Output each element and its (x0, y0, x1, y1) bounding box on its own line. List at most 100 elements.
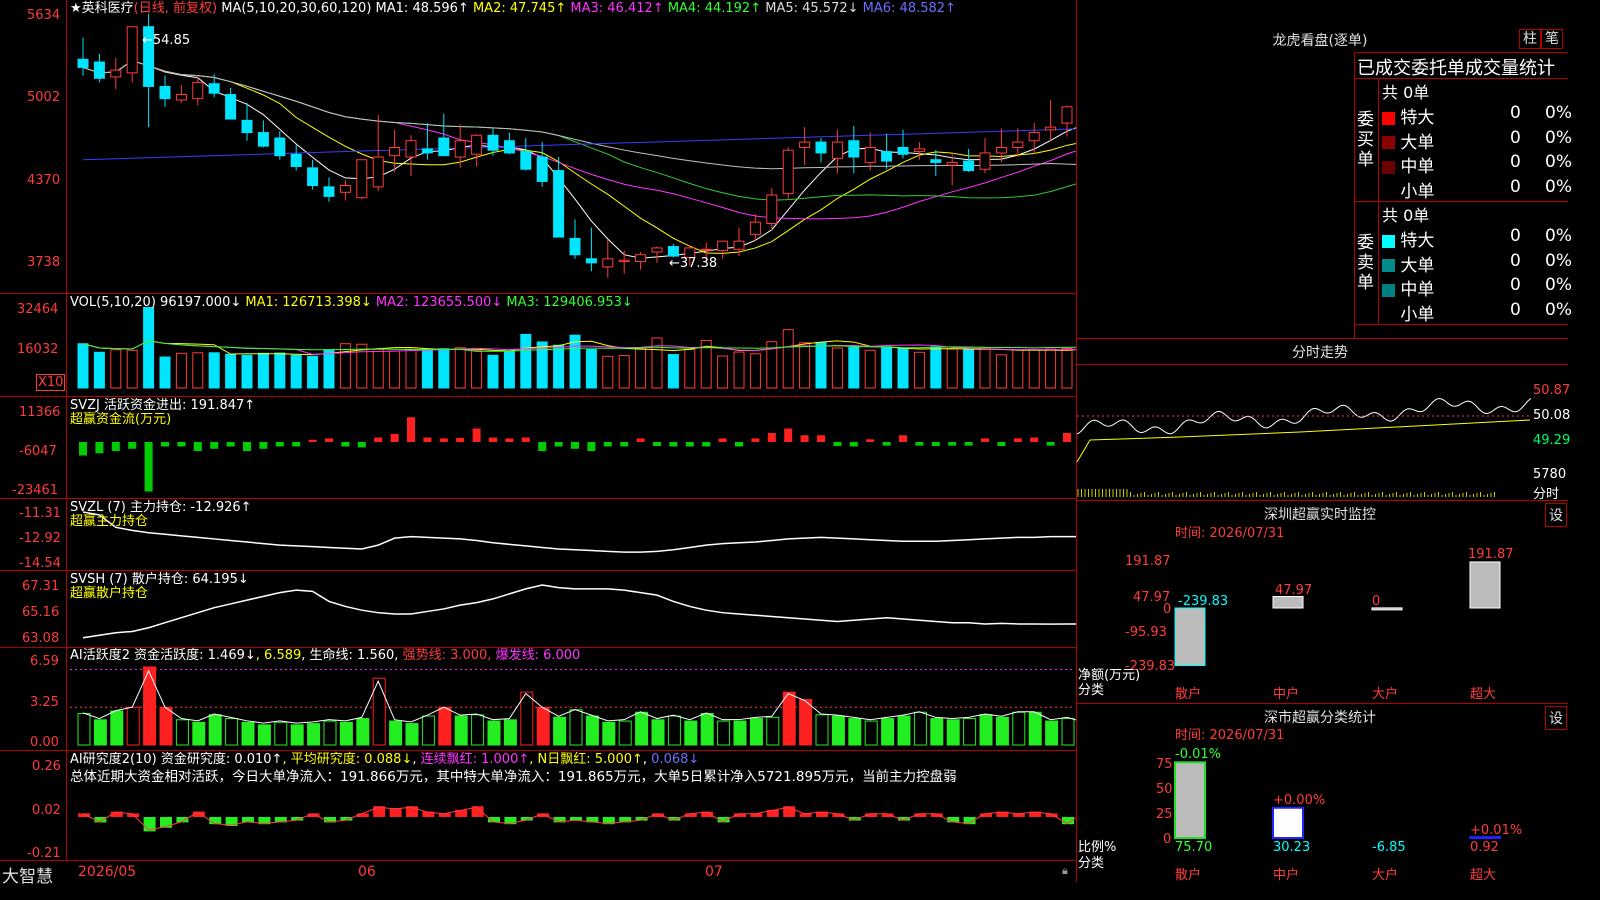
sc-title: 深市超赢分类统计 (1264, 710, 1376, 726)
svzj-bar (669, 442, 678, 447)
svzj-bar (849, 442, 858, 447)
volume-bar (192, 352, 204, 389)
candle-body (667, 246, 679, 257)
volume-bar (126, 349, 138, 389)
svsh-sub: 超赢散户持仓 (70, 586, 149, 601)
volume-bar (290, 354, 302, 389)
volume-bar (405, 348, 417, 389)
svzj-bar (554, 442, 563, 447)
sz-value-label: -239.83 (1178, 594, 1229, 609)
ai2-tick: 0.26 (32, 759, 61, 774)
volume-bar (733, 351, 745, 389)
volume-bar (1045, 348, 1057, 389)
candle-body (110, 69, 122, 78)
ai1-bar (536, 706, 550, 746)
rp-sep1 (1076, 338, 1568, 339)
vol-ma3: MA3: 129406.953↓ (506, 295, 633, 310)
volume-bar (421, 348, 433, 389)
sc-ylabel: 比例% (1078, 840, 1117, 855)
ai1-bar (1061, 718, 1075, 746)
row-name: 特大 (1400, 231, 1435, 251)
ai2-avg: 平均研究度: 0.088↓ (290, 752, 413, 767)
vol-tick: 16032 (17, 342, 59, 357)
ai1-bar (782, 691, 796, 746)
sz-category: 中户 (1273, 687, 1300, 702)
price-header: ★英科医疗(日线, 前复权) MA(5,10,20,30,60,120) MA1… (70, 1, 956, 16)
svzj-bar (751, 438, 760, 442)
order-row-sell: 小单 0 0% (1382, 300, 1572, 325)
svzj-bar (407, 417, 415, 442)
favorite-star-icon[interactable]: ★ (70, 1, 82, 16)
ai1-tick: 6.59 (30, 654, 59, 669)
volume-bar (208, 352, 220, 389)
svzj-bar (308, 439, 317, 442)
candle-body (831, 141, 843, 159)
ai1-bar (651, 719, 665, 746)
candle-body (602, 258, 614, 268)
volume-bar (930, 346, 942, 389)
lhkp-title: 龙虎看盘(逐单) (1272, 33, 1368, 49)
sc-settings-button[interactable]: 设 (1545, 706, 1567, 730)
row-pct: 0% (1545, 176, 1572, 197)
kline-chart[interactable] (0, 0, 1076, 882)
lhkp-head: 已成交委托单成交量统计 (1357, 58, 1555, 79)
candle-body (405, 140, 417, 158)
fs-tick: 50.87 (1533, 383, 1571, 398)
tick-view-button[interactable]: 笔 (1541, 29, 1563, 49)
candle-body (93, 61, 105, 79)
svzj-bar (177, 442, 186, 447)
volume-bar (881, 346, 893, 389)
stock-name[interactable]: 英科医疗 (82, 1, 134, 16)
bar-view-button[interactable]: 柱 (1519, 29, 1541, 49)
volume-bar (225, 353, 237, 389)
ma1-value: MA1: 48.596↑ (375, 1, 469, 16)
lock-icon[interactable]: 🔒︎ (1062, 864, 1068, 878)
app-logo[interactable]: 大智慧 (2, 862, 53, 887)
ai1-header: AI活跃度2 资金活跃度: 1.469↓, 6.589, 生命线: 1.560,… (70, 648, 581, 663)
order-row-sell: 大单 0 0% (1382, 251, 1572, 276)
high-annotation: ←54.85 (142, 33, 191, 48)
vol-unit: X10 (36, 374, 66, 391)
volume-bar (1061, 348, 1073, 389)
fs-avg-line (1076, 419, 1531, 463)
fs-title: 分时走势 (1292, 345, 1348, 361)
volume-bar (339, 343, 351, 389)
order-row-buy: 特大 0 0% (1382, 103, 1572, 128)
row-name: 大单 (1400, 255, 1435, 276)
candle-body (323, 186, 335, 197)
volume-bar (667, 354, 679, 389)
ai1-burst: 爆发线: 6.000 (495, 648, 581, 663)
svzj-bar (259, 442, 268, 449)
svzj-bar (521, 437, 530, 442)
svsh-tick: 65.16 (22, 605, 60, 620)
ai1-bar (717, 720, 731, 746)
svzj-bar (603, 442, 612, 447)
svzj-bar (800, 435, 809, 442)
svzj-bar (226, 442, 235, 447)
svzl-sub: 超赢主力持仓 (70, 514, 149, 529)
volume-bar (979, 346, 991, 389)
period-label[interactable]: (日线, 前复权) (134, 1, 217, 16)
svzj-bar (1046, 442, 1055, 446)
order-row-buy: 中单 0 0% (1382, 152, 1572, 177)
volume-bar (143, 307, 155, 389)
sc-category: 大户 (1372, 868, 1399, 883)
candle-body (241, 119, 253, 134)
svzj-header: SVZJ 活跃资金进出: 191.847↑ (70, 398, 255, 413)
ai1-bar (323, 720, 337, 746)
ai1-bar (77, 713, 91, 746)
sz-settings-button[interactable]: 设 (1545, 503, 1567, 527)
ai1-bar (274, 721, 288, 746)
svzj-bar (882, 442, 891, 446)
svzj-bar (472, 428, 481, 442)
candle-body (782, 149, 794, 195)
low-annotation: ←37.38 (669, 256, 718, 271)
svzj-title: SVZJ 活跃资金进出: 191.847↑ (70, 398, 256, 413)
candle-body (159, 85, 171, 100)
ai1-life: 生命线: 1.560 (309, 648, 395, 663)
row-pct: 0% (1545, 275, 1572, 295)
svzj-bar (505, 438, 514, 442)
date-tick: 2026/05 (78, 864, 137, 880)
vol-ma1: MA1: 126713.398↓ (245, 295, 372, 310)
svzj-bar (193, 442, 202, 451)
